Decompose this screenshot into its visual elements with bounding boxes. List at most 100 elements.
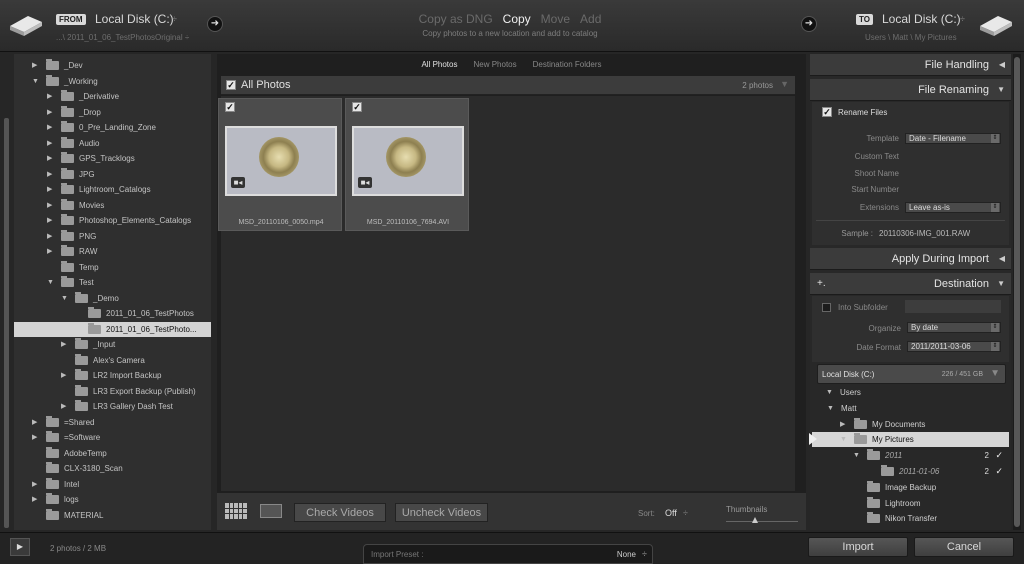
source-folder-row[interactable]: ▶ logs — [14, 492, 211, 507]
source-folder-row[interactable]: ▶ GPS_Tracklogs — [14, 151, 211, 166]
source-scrollbar[interactable] — [4, 118, 9, 528]
disclosure-collapsed-icon[interactable]: ▶ — [47, 89, 52, 104]
tab-new-photos[interactable]: New Photos — [473, 60, 516, 69]
thumbnail-slider-handle[interactable] — [751, 517, 758, 523]
source-folder-row[interactable]: ▶ _Derivative — [14, 89, 211, 104]
destination-folder-row[interactable]: 2011-01-06 2 ✓ — [812, 464, 1009, 479]
source-folder-row[interactable]: ▶ Audio — [14, 136, 211, 151]
source-folder-row[interactable]: ▶ LR2 Import Backup — [14, 368, 211, 383]
disclosure-expanded-icon[interactable]: ▼ — [853, 448, 860, 463]
source-folder-row[interactable]: ▶ LR3 Gallery Dash Test — [14, 399, 211, 414]
destination-folder-row[interactable]: ▶ My Documents — [812, 417, 1009, 432]
source-folder-row[interactable]: ▶ Lightroom_Catalogs — [14, 182, 211, 197]
mode-copy[interactable]: Copy — [503, 12, 531, 26]
extensions-dropdown[interactable]: Leave as-is ⇕ — [905, 202, 1001, 213]
file-handling-header[interactable]: File Handling ◀ — [810, 54, 1011, 76]
disclosure-collapsed-icon[interactable]: ▶ — [32, 58, 37, 73]
source-folder-row[interactable]: ▶ _Drop — [14, 105, 211, 120]
source-folder-row[interactable]: ▼ _Working — [14, 74, 211, 89]
import-button[interactable]: Import — [808, 537, 908, 557]
destination-folder-row[interactable]: ▼ Users — [812, 385, 1009, 400]
destination-folder-row[interactable]: Image Backup — [812, 480, 1009, 495]
dest-volume[interactable]: Local Disk (C:) — [882, 12, 961, 26]
template-dropdown[interactable]: Date - Filename ⇕ — [905, 133, 1001, 144]
source-folder-row[interactable]: ▶ =Software — [14, 430, 211, 445]
settings-scrollbar[interactable] — [1013, 54, 1021, 530]
disclosure-collapsed-icon[interactable]: ▶ — [32, 430, 37, 445]
source-spinner[interactable]: ÷ — [172, 14, 177, 24]
date-format-dropdown[interactable]: 2011/2011-03-06 ⇕ — [907, 341, 1001, 352]
select-all-checkbox[interactable]: ✓ — [226, 80, 236, 90]
disclosure-collapsed-icon[interactable]: ▶ — [47, 182, 52, 197]
mode-copy-as-dng[interactable]: Copy as DNG — [419, 12, 493, 26]
scrollbar-thumb[interactable] — [1014, 57, 1020, 527]
disclosure-collapsed-icon[interactable]: ▶ — [47, 136, 52, 151]
photo-checkbox[interactable]: ✓ — [225, 102, 235, 112]
disclosure-collapsed-icon[interactable]: ▶ — [47, 198, 52, 213]
mode-move[interactable]: Move — [541, 12, 570, 26]
expand-view-icon[interactable]: ▶ — [10, 538, 30, 556]
disclosure-collapsed-icon[interactable]: ▶ — [47, 229, 52, 244]
photo-cell[interactable]: ✓ ■◂ MSD_20110106_0050.mp4 — [218, 98, 342, 231]
disclosure-collapsed-icon[interactable]: ▶ — [61, 337, 66, 352]
disclosure-expanded-icon[interactable]: ▼ — [61, 291, 68, 306]
photo-thumbnail[interactable]: ■◂ — [352, 126, 464, 196]
source-folder-row[interactable]: ▶ _Input — [14, 337, 211, 352]
sort-dropdown[interactable]: Off — [665, 508, 677, 518]
destination-folder-row[interactable]: ▼ 2011 2 ✓ — [812, 448, 1009, 463]
disclosure-expanded-icon[interactable]: ▼ — [32, 74, 39, 89]
source-folder-row[interactable]: ▶ PNG — [14, 229, 211, 244]
disclosure-collapsed-icon[interactable]: ▶ — [840, 417, 845, 432]
photo-cell[interactable]: ✓ ■◂ MSD_20110106_7694.AVI — [345, 98, 469, 231]
source-volume[interactable]: Local Disk (C:) — [95, 12, 174, 26]
disclosure-collapsed-icon[interactable]: ▶ — [61, 368, 66, 383]
disclosure-expanded-icon[interactable]: ▼ — [827, 401, 834, 416]
disclosure-collapsed-icon[interactable]: ▶ — [47, 105, 52, 120]
source-folder-row[interactable]: ▶ 0_Pre_Landing_Zone — [14, 120, 211, 135]
loupe-view-icon[interactable] — [260, 504, 282, 518]
source-folder-row[interactable]: ▼ _Demo — [14, 291, 211, 306]
destination-header[interactable]: +. Destination ▼ — [810, 273, 1011, 295]
source-folder-row[interactable]: AdobeTemp — [14, 446, 211, 461]
dest-arrow-button[interactable]: ➜ — [801, 16, 817, 32]
destination-volume-bar[interactable]: Local Disk (C:) 226 / 451 GB ▼ — [817, 364, 1006, 384]
source-folder-row[interactable]: ▶ Photoshop_Elements_Catalogs — [14, 213, 211, 228]
organize-dropdown[interactable]: By date ⇕ — [907, 322, 1001, 333]
source-folder-row[interactable]: LR3 Export Backup (Publish) — [14, 384, 211, 399]
disclosure-expanded-icon[interactable]: ▼ — [47, 275, 54, 290]
subfolder-name-input[interactable] — [905, 300, 1001, 313]
mode-add[interactable]: Add — [580, 12, 601, 26]
disclosure-collapsed-icon[interactable]: ▶ — [32, 415, 37, 430]
disclosure-collapsed-icon[interactable]: ▶ — [47, 167, 52, 182]
source-folder-row[interactable]: ▶ Intel — [14, 477, 211, 492]
disclosure-collapsed-icon[interactable]: ▶ — [47, 151, 52, 166]
dest-spinner[interactable]: ÷ — [960, 14, 965, 24]
source-folder-row[interactable]: ▶ =Shared — [14, 415, 211, 430]
cancel-button[interactable]: Cancel — [914, 537, 1014, 557]
disclosure-collapsed-icon[interactable]: ▶ — [61, 399, 66, 414]
source-folder-row[interactable]: ▶ JPG — [14, 167, 211, 182]
rename-files-checkbox[interactable]: ✓ — [822, 107, 832, 117]
photo-thumbnail[interactable]: ■◂ — [225, 126, 337, 196]
destination-folder-row[interactable]: ▼ My Pictures — [809, 432, 1009, 448]
source-folder-row[interactable]: ▶ Movies — [14, 198, 211, 213]
destination-folder-row[interactable]: Nikon Transfer — [812, 511, 1009, 526]
destination-folder-row[interactable]: Lightroom — [812, 496, 1009, 511]
source-folder-row[interactable]: MATERIAL — [14, 508, 211, 523]
source-folder-row[interactable]: 2011_01_06_TestPhoto... — [14, 321, 211, 337]
disclosure-collapsed-icon[interactable]: ▶ — [47, 213, 52, 228]
source-folder-row[interactable]: Temp — [14, 260, 211, 275]
tab-all-photos[interactable]: All Photos — [421, 60, 457, 69]
check-videos-button[interactable]: Check Videos — [294, 503, 386, 522]
apply-during-import-header[interactable]: Apply During Import ◀ — [810, 248, 1011, 270]
source-folder-row[interactable]: ▼ Test — [14, 275, 211, 290]
disclosure-collapsed-icon[interactable]: ▶ — [32, 492, 37, 507]
destination-folder-row[interactable]: ▼ Matt — [812, 401, 1009, 416]
file-renaming-header[interactable]: File Renaming ▼ — [810, 79, 1011, 101]
import-preset-bar[interactable]: Import Preset : None ÷ — [363, 544, 653, 564]
into-subfolder-checkbox[interactable] — [822, 303, 831, 312]
disclosure-expanded-icon[interactable]: ▼ — [826, 385, 833, 400]
disclosure-collapsed-icon[interactable]: ▶ — [47, 120, 52, 135]
source-folder-row[interactable]: 2011_01_06_TestPhotos — [14, 306, 211, 321]
photo-checkbox[interactable]: ✓ — [352, 102, 362, 112]
